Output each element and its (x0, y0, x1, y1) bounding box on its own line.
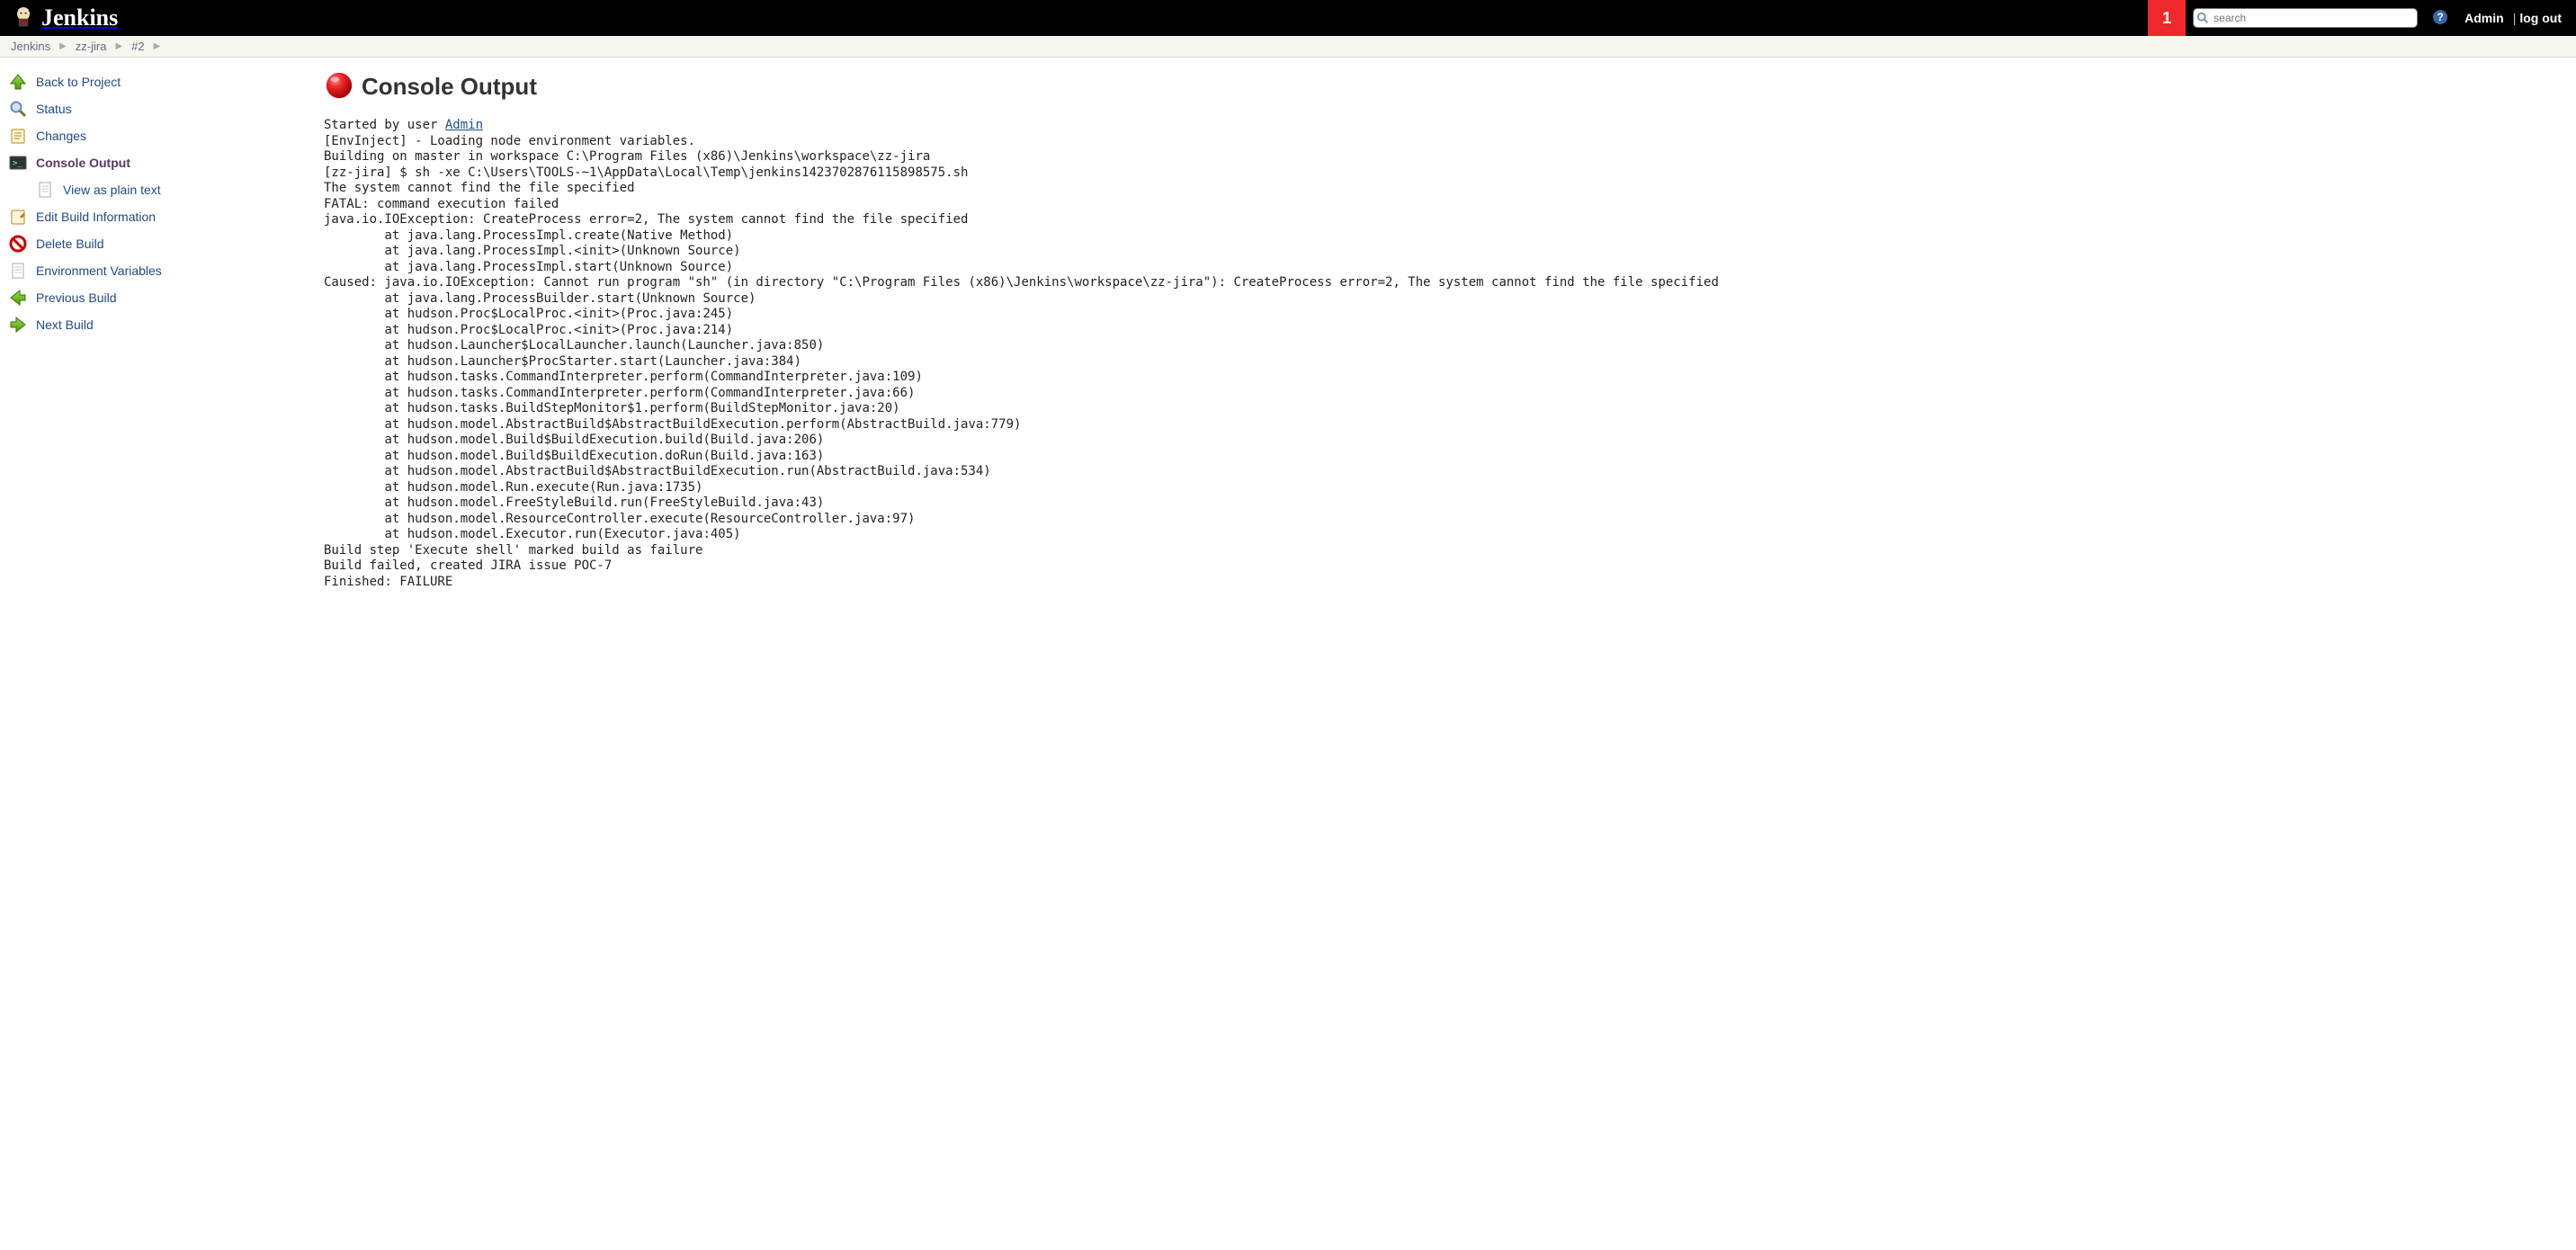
search-box (2193, 8, 2418, 28)
terminal-icon: >_ (9, 154, 27, 172)
console-user-link[interactable]: Admin (445, 118, 483, 132)
top-header: Jenkins 1 ? Admin | log out (0, 0, 2576, 36)
sidebar-item-label: Environment Variables (36, 263, 162, 278)
arrow-left-green-icon (9, 289, 27, 307)
search-input[interactable] (2193, 8, 2418, 28)
help-icon[interactable]: ? (2425, 9, 2455, 28)
page-title-text: Console Output (362, 73, 537, 101)
sidebar-item-label: Edit Build Information (36, 210, 156, 224)
breadcrumb: Jenkins ▶ zz-jira ▶ #2 ▶ (0, 36, 2576, 58)
svg-text:>_: >_ (13, 159, 22, 168)
sidebar-item-label: Next Build (36, 317, 94, 332)
separator: | (2513, 11, 2520, 25)
sidebar-item-label: Changes (36, 129, 86, 143)
sidebar-item-label: Status (36, 102, 72, 116)
sidebar-item-label: Console Output (36, 156, 130, 170)
jenkins-logo[interactable]: Jenkins (0, 0, 129, 36)
no-entry-icon (9, 235, 27, 253)
notepad-icon (9, 127, 27, 145)
jenkins-logo-text: Jenkins (41, 4, 118, 31)
sidebar-item-view-plain-text[interactable]: View as plain text (9, 176, 315, 203)
breadcrumb-item[interactable]: zz-jira (76, 40, 107, 53)
sidebar-item-label: View as plain text (63, 183, 161, 197)
sidebar-item-delete-build[interactable]: Delete Build (9, 230, 315, 257)
admin-link[interactable]: Admin (2455, 11, 2513, 25)
sidebar-item-back-to-project[interactable]: Back to Project (9, 68, 315, 95)
chevron-right-icon: ▶ (59, 41, 67, 51)
document-icon (9, 262, 27, 280)
notepad-edit-icon (9, 208, 27, 226)
sidebar-item-label: Previous Build (36, 290, 117, 305)
console-line-started-by: Started by user (324, 118, 445, 132)
sidebar-item-next-build[interactable]: Next Build (9, 311, 315, 338)
sidebar-item-changes[interactable]: Changes (9, 122, 315, 149)
chevron-right-icon: ▶ (154, 41, 161, 51)
sidebar-item-label: Back to Project (36, 75, 121, 89)
sidebar-item-previous-build[interactable]: Previous Build (9, 284, 315, 311)
arrow-up-green-icon (9, 73, 27, 91)
breadcrumb-item[interactable]: #2 (131, 40, 144, 53)
sidebar-item-label: Delete Build (36, 237, 104, 251)
main-content: Console Output Started by user Admin [En… (324, 58, 2576, 626)
breadcrumb-item[interactable]: Jenkins (11, 40, 50, 53)
chevron-right-icon: ▶ (115, 41, 122, 51)
sidebar-item-edit-build-info[interactable]: Edit Build Information (9, 203, 315, 230)
console-output: Started by user Admin [EnvInject] - Load… (324, 118, 2567, 590)
console-body: [EnvInject] - Loading node environment v… (324, 134, 1719, 589)
page-title: Console Output (324, 70, 2567, 103)
svg-text:?: ? (2437, 11, 2443, 23)
logout-link[interactable]: log out (2519, 11, 2576, 25)
notification-badge[interactable]: 1 (2148, 0, 2186, 36)
sidebar-item-console-output[interactable]: >_ Console Output (9, 149, 315, 176)
sidebar: Back to Project Status Changes >_ Consol… (0, 58, 324, 626)
sidebar-item-status[interactable]: Status (9, 95, 315, 122)
build-status-ball-red-icon (324, 70, 354, 103)
document-icon (36, 181, 54, 199)
sidebar-item-env-vars[interactable]: Environment Variables (9, 257, 315, 284)
jenkins-mascot-icon (11, 4, 36, 32)
magnifier-icon (9, 100, 27, 118)
arrow-right-green-icon (9, 316, 27, 334)
